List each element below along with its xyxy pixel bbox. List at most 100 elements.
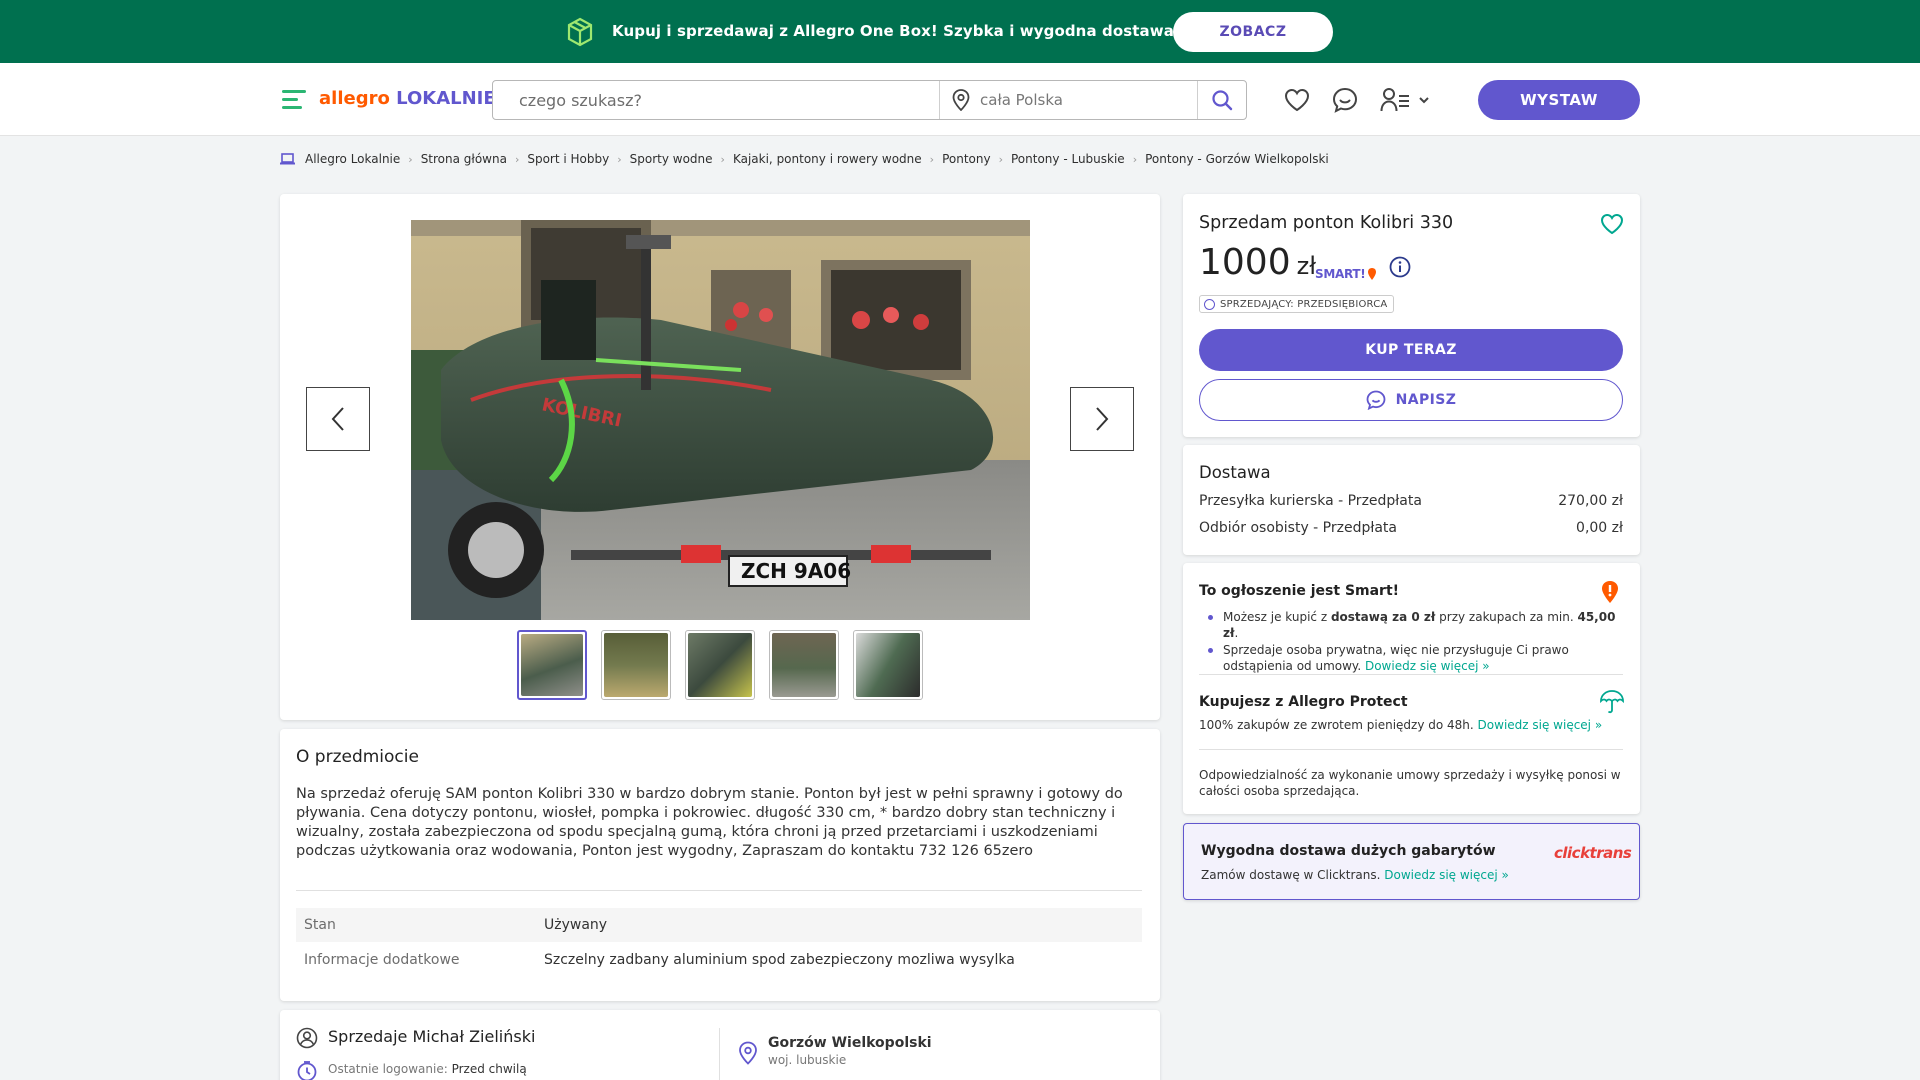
smart-info-list: Możesz je kupić z dostawą za 0 zł przy z… <box>1208 609 1623 675</box>
divider <box>296 890 1142 891</box>
box-icon <box>567 17 593 47</box>
umbrella-icon <box>1600 690 1624 714</box>
photo-thumbnail[interactable] <box>853 630 923 700</box>
price-currency: zł <box>1296 252 1317 280</box>
clock-icon <box>297 1061 317 1080</box>
breadcrumb-item[interactable]: Allegro Lokalnie <box>305 152 400 166</box>
chevron-right-icon: › <box>514 152 520 166</box>
parameter-value: Używany <box>544 917 608 933</box>
seller-city: Gorzów Wielkopolski <box>768 1035 932 1051</box>
heart-icon[interactable] <box>1600 213 1624 235</box>
see-more-button[interactable]: ZOBACZ <box>1173 12 1333 52</box>
divider <box>719 1028 720 1080</box>
delivery-option: Odbiór osobisty - Przedpłata 0,00 zł <box>1199 520 1623 536</box>
clicktrans-description: Zamów dostawę w Clicktrans. <box>1201 868 1381 882</box>
seller-section: Sprzedaje Michał Zieliński Ostatnie logo… <box>280 1010 1160 1080</box>
sell-button[interactable]: WYSTAW <box>1478 80 1640 120</box>
photo-thumbnail[interactable] <box>685 630 755 700</box>
learn-more-link[interactable]: Dowiedz się więcej » <box>1384 868 1509 882</box>
user-circle-icon <box>296 1027 318 1049</box>
breadcrumb-item[interactable]: Kajaki, pontony i rowery wodne <box>733 152 922 166</box>
delivery-option-name: Odbiór osobisty - Przedpłata <box>1199 520 1397 536</box>
thumbnail-strip <box>517 630 937 700</box>
photo-gallery: KOLIBRI ZCH 9A06 <box>280 194 1160 720</box>
location-input[interactable] <box>980 91 1180 109</box>
messages-button[interactable] <box>1332 87 1358 113</box>
favorites-button[interactable] <box>1284 88 1310 112</box>
user-icon <box>1380 88 1409 112</box>
main-photo[interactable]: KOLIBRI ZCH 9A06 <box>411 220 1030 620</box>
last-login-value: Przed chwilą <box>451 1062 527 1076</box>
logo[interactable]: allegro LOKALNIE <box>319 88 496 109</box>
message-seller-button[interactable]: NAPISZ <box>1199 379 1623 421</box>
chevron-left-icon <box>331 407 344 431</box>
smart-badge: SMART! <box>1315 267 1377 281</box>
clicktrans-section: Wygodna dostawa dużych gabarytów clicktr… <box>1183 823 1640 900</box>
photo-thumbnail[interactable] <box>517 630 587 700</box>
menu-icon[interactable] <box>282 90 306 110</box>
chevron-right-icon: › <box>998 152 1003 166</box>
divider <box>1199 674 1623 675</box>
learn-more-link[interactable]: Dowiedz się więcej » <box>1478 718 1603 732</box>
delivery-option: Przesyłka kurierska - Przedpłata 270,00 … <box>1199 493 1623 509</box>
photo-thumbnail[interactable] <box>769 630 839 700</box>
next-photo-button[interactable] <box>1070 387 1134 451</box>
breadcrumb-item[interactable]: Pontony - Lubuskie <box>1011 152 1125 166</box>
protect-description: 100% zakupów ze zwrotem pieniędzy do 48h… <box>1199 718 1474 732</box>
breadcrumb-item[interactable]: Sporty wodne <box>630 152 713 166</box>
list-item: Możesz je kupić z dostawą za 0 zł przy z… <box>1208 609 1623 641</box>
smart-drop-icon <box>1602 581 1618 603</box>
chevron-right-icon: › <box>929 152 935 166</box>
account-menu[interactable] <box>1380 87 1430 113</box>
price-value: 1000 <box>1199 242 1291 283</box>
photo-thumbnail[interactable] <box>601 630 671 700</box>
list-item: Sprzedaje osoba prywatna, więc nie przys… <box>1208 642 1623 674</box>
section-title: O przedmiocie <box>296 747 419 767</box>
price: 1000 zł <box>1199 242 1316 283</box>
location-field[interactable] <box>940 81 1198 119</box>
parameter-key: Informacje dodatkowe <box>304 952 460 968</box>
divider <box>1199 749 1623 750</box>
breadcrumb: Allegro Lokalnie › Strona główna › Sport… <box>280 152 1329 166</box>
clicktrans-title: Wygodna dostawa dużych gabarytów <box>1201 843 1496 859</box>
parameter-row: Stan Używany <box>296 908 1142 942</box>
delivery-option-price: 0,00 zł <box>1576 520 1623 536</box>
heart-icon <box>1284 88 1310 112</box>
seller-name[interactable]: Sprzedaje Michał Zieliński <box>328 1027 535 1046</box>
chevron-right-icon <box>1096 407 1109 431</box>
buy-now-button[interactable]: KUP TERAZ <box>1199 329 1623 371</box>
protect-text: 100% zakupów ze zwrotem pieniędzy do 48h… <box>1199 718 1602 732</box>
bullet-bold: dostawą za 0 zł <box>1330 610 1436 624</box>
breadcrumb-item[interactable]: Pontony - Gorzów Wielkopolski <box>1145 152 1329 166</box>
seller-type-badge: SPRZEDAJĄCY: PRZEDSIĘBIORCA <box>1199 295 1395 313</box>
last-login-label: Ostatnie logowanie: <box>328 1062 448 1076</box>
clicktrans-logo: clicktrans <box>1554 844 1632 862</box>
header-actions <box>1284 87 1452 113</box>
message-button-label: NAPISZ <box>1395 392 1457 408</box>
parameter-key: Stan <box>304 917 336 933</box>
delivery-section: Dostawa Przesyłka kurierska - Przedpłata… <box>1183 445 1640 555</box>
bullet-text: Możesz je kupić z <box>1223 610 1331 624</box>
chevron-down-icon <box>1419 97 1429 104</box>
search-button[interactable] <box>1198 81 1246 119</box>
search-input[interactable] <box>493 81 940 119</box>
info-icon[interactable] <box>1389 256 1411 278</box>
chevron-right-icon: › <box>617 152 622 166</box>
delivery-option-price: 270,00 zł <box>1558 493 1623 509</box>
laptop-icon <box>280 153 295 165</box>
breadcrumb-item[interactable]: Pontony <box>942 152 991 166</box>
breadcrumb-item[interactable]: Strona główna <box>421 152 507 166</box>
seller-region: woj. lubuskie <box>768 1053 847 1067</box>
parameter-value: Szczelny zadbany aluminium spod zabezpie… <box>544 952 1015 968</box>
last-login: Ostatnie logowanie: Przed chwilą <box>328 1062 527 1076</box>
bullet-text: przy zakupach za min. <box>1435 610 1578 624</box>
responsibility-note: Odpowiedzialność za wykonanie umowy sprz… <box>1199 768 1621 798</box>
smart-drop-icon <box>1368 268 1377 280</box>
previous-photo-button[interactable] <box>306 387 370 451</box>
promo-banner: Kupuj i sprzedawaj z Allegro One Box! Sz… <box>0 0 1920 63</box>
learn-more-link[interactable]: Dowiedz się więcej » <box>1365 659 1490 673</box>
breadcrumb-item[interactable]: Sport i Hobby <box>527 152 609 166</box>
logo-lokalnie: LOKALNIE <box>396 88 496 109</box>
logo-allegro: allegro <box>319 88 390 109</box>
item-description-section: O przedmiocie Na sprzedaż oferuję SAM po… <box>280 729 1160 1001</box>
